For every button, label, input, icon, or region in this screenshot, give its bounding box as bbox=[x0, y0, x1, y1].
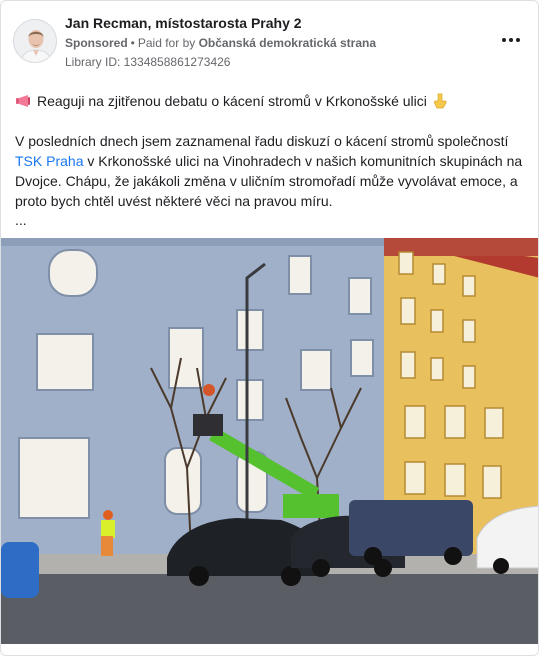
post-text: Reaguji na zjitřenou debatu o kácení str… bbox=[15, 91, 525, 229]
post-lead: Reaguji na zjitřenou debatu o kácení str… bbox=[15, 91, 525, 111]
tsk-praha-link[interactable]: TSK Praha bbox=[15, 153, 83, 169]
paid-for-prefix: Paid for by bbox=[137, 36, 196, 50]
author-name[interactable]: Jan Recman, místostarosta Prahy 2 bbox=[65, 15, 302, 31]
more-options-icon[interactable] bbox=[498, 31, 524, 49]
paid-for-by[interactable]: Občanská demokratická strana bbox=[199, 36, 376, 50]
sponsored-label[interactable]: Sponsored bbox=[65, 36, 128, 50]
megaphone-icon bbox=[16, 95, 30, 107]
post-paragraph: V posledních dnech jsem zaznamenal řadu … bbox=[15, 131, 525, 211]
library-id: Library ID: 1334858861273426 bbox=[65, 55, 231, 69]
lead-text: Reaguji na zjitřenou debatu o kácení str… bbox=[37, 93, 427, 109]
see-more-ellipsis[interactable]: ... bbox=[15, 211, 525, 229]
post-header: Jan Recman, místostarosta Prahy 2 Sponso… bbox=[13, 13, 528, 73]
post-meta: Sponsored • Paid for by Občanská demokrati… bbox=[65, 36, 377, 50]
paragraph-text-1: V posledních dnech jsem zaznamenal řadu … bbox=[15, 133, 509, 149]
author-avatar[interactable] bbox=[13, 19, 57, 63]
pointing-down-icon bbox=[433, 93, 447, 109]
paragraph-text-2: v Krkonošské ulici na Vinohradech v naši… bbox=[15, 153, 523, 209]
post-photo[interactable] bbox=[1, 238, 538, 644]
ad-post-card: Jan Recman, místostarosta Prahy 2 Sponso… bbox=[0, 0, 539, 656]
